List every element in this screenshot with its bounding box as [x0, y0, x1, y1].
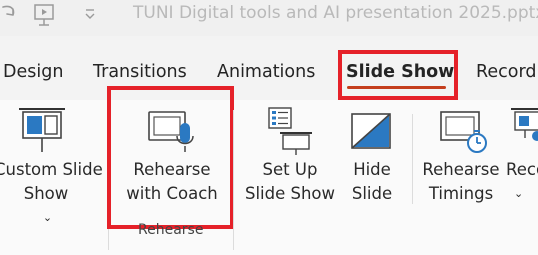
- chevron-down-icon: ⌄: [42, 211, 53, 224]
- start-slideshow-icon[interactable]: [33, 3, 57, 29]
- custom-slide-show-label-line1: Custom Slide: [0, 160, 103, 179]
- rehearse-with-coach-icon: [148, 111, 194, 152]
- window-title: TUNI Digital tools and AI presentation 2…: [133, 3, 538, 23]
- tab-slide-show[interactable]: Slide Show: [346, 62, 454, 82]
- rehearse-timings-label-line2: Timings: [428, 184, 494, 203]
- tab-transitions[interactable]: Transitions: [93, 62, 187, 82]
- tab-animations[interactable]: Animations: [217, 62, 315, 82]
- group-label-rehearse: Rehearse: [138, 222, 204, 238]
- redo-icon[interactable]: [0, 3, 22, 29]
- custom-slide-show-icon: [19, 108, 65, 152]
- set-up-slide-show-label-line1: Set Up: [262, 160, 318, 179]
- group-separator: [233, 110, 234, 250]
- rehearse-timings-icon: [440, 111, 487, 153]
- ribbon-tab-bar: Design Transitions Animations Slide Show…: [0, 50, 538, 100]
- rehearse-with-coach-label-line2: with Coach: [126, 184, 218, 203]
- active-tab-indicator: [347, 86, 446, 89]
- record-slide-show-icon: [511, 108, 538, 141]
- set-up-slide-show-label-line2: Slide Show: [244, 184, 336, 203]
- hide-slide-label-line2: Slide: [351, 184, 393, 203]
- title-bar: TUNI Digital tools and AI presentation 2…: [0, 0, 538, 36]
- hide-slide-icon: [351, 113, 391, 149]
- tab-design[interactable]: Design: [3, 62, 63, 82]
- rehearse-timings-label-line1: Rehearse: [422, 160, 500, 179]
- ribbon-panel: Custom Slide Show ⌄ Rehearse with Coach R…: [0, 86, 538, 255]
- hide-slide-label-line1: Hide: [353, 160, 391, 179]
- customize-quick-access-icon[interactable]: [83, 7, 97, 21]
- group-separator: [108, 110, 109, 250]
- chevron-down-icon: ⌄: [514, 187, 524, 200]
- record-label-line1: Reco: [506, 160, 538, 179]
- custom-slide-show-label-line2: Show: [23, 184, 69, 203]
- tab-record[interactable]: Record: [476, 62, 536, 82]
- set-up-slide-show-icon: [268, 107, 312, 155]
- rehearse-with-coach-label-line1: Rehearse: [133, 160, 211, 179]
